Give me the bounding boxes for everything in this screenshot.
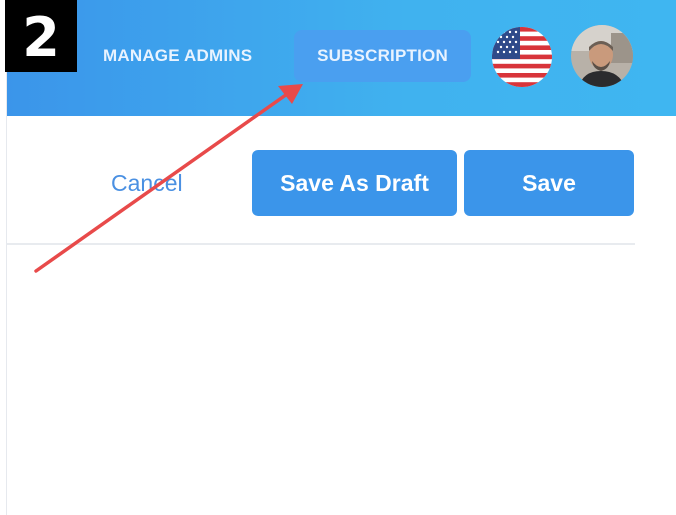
annotation-arrow-icon	[34, 84, 303, 273]
